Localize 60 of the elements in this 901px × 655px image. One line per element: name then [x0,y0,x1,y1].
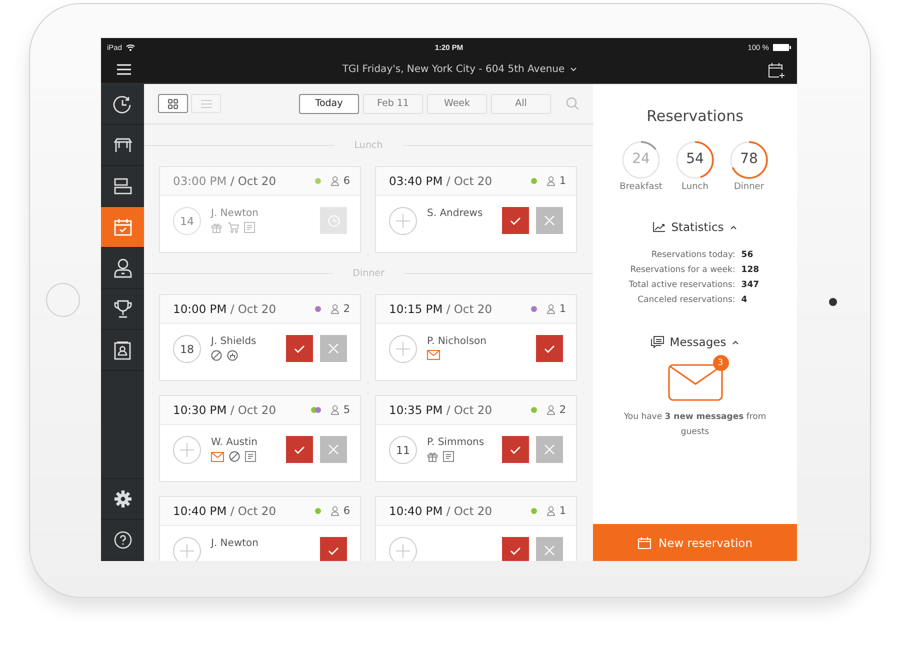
guest-name: J. Newton [211,208,260,219]
panel-title: Reservations [646,107,744,125]
meal-label: Breakfast [620,182,662,192]
stat-label: Reservations today: [650,250,736,260]
meal-label: Dinner [734,182,764,192]
meal-count: 78 [739,151,759,167]
guest-count: 5 [343,404,350,416]
reservation-card[interactable]: 03:00 PM / Oct 20 6 14 J. Newton [159,166,361,253]
stat-value: 128 [741,265,760,275]
reservation-time: 03:40 PM / Oct 20 [389,174,494,188]
guest-name: P. Nicholson [427,336,488,347]
statistics-toggle[interactable]: Statistics [653,220,737,234]
guest-count: 1 [559,505,566,517]
guest-count: 6 [343,175,350,187]
messages-toggle[interactable]: Messages [650,335,740,349]
meal-count: 24 [631,151,651,167]
table-number: 11 [389,436,417,464]
reservation-time: 03:00 PM / Oct 20 [173,174,278,188]
reservation-time: 10:35 PM / Oct 20 [389,403,494,417]
guest-name: P. Simmons [427,437,486,448]
guest-count: 6 [343,505,350,517]
reservation-card[interactable]: 03:40 PM / Oct 20 1 S. Andrews [375,166,577,253]
date-filter-tab[interactable]: Week [427,94,487,114]
guest-name: S. Andrews [427,208,484,219]
reservation-card[interactable]: 10:30 PM / Oct 20 5 W. Austin [159,395,361,482]
table-number: 14 [173,207,201,235]
stat-value: 56 [741,250,754,260]
message-count-badge: 3 [712,355,728,371]
guest-name: J. Shields [211,336,258,347]
stat-value: 347 [741,280,760,290]
reservation-card[interactable]: 10:35 PM / Oct 20 2 11 P. Simmons [375,395,577,482]
messages-summary: You have 3 new messages from guests [622,411,768,439]
guest-name: J. Newton [211,538,260,549]
guest-count: 1 [559,303,566,315]
stat-label: Canceled reservations: [636,295,736,305]
meal-label: Lunch [682,182,708,192]
reservation-card[interactable]: 10:40 PM / Oct 20 6 J. Newton [159,496,361,561]
reservation-time: 10:00 PM / Oct 20 [173,302,278,316]
date-filter-tab[interactable]: All [491,94,551,114]
date-filter-tab[interactable]: Feb 11 [363,94,423,114]
section-title: Dinner [352,268,386,278]
table-number: 18 [173,335,201,363]
stat-label: Reservations for a week: [629,265,736,275]
venue-dropdown[interactable]: TGI Friday's, New York City - 604 5th Avenue [151,64,768,75]
guest-count: 2 [559,404,566,416]
reservation-time: 10:30 PM / Oct 20 [173,403,278,417]
meal-count: 54 [685,151,705,167]
reservation-time: 10:15 PM / Oct 20 [389,302,494,316]
section-title: Lunch [353,140,384,150]
stat-label: Total active reservations: [628,280,736,290]
stat-value: 4 [741,295,748,305]
reservation-time: 10:40 PM / Oct 20 [173,504,278,518]
guest-count: 1 [559,175,566,187]
guest-count: 2 [343,303,350,315]
date-filter-tab[interactable]: Today [299,94,359,114]
reservation-card[interactable]: 10:40 PM / Oct 20 1 [375,496,577,561]
guest-name: W. Austin [211,437,259,448]
reservation-time: 10:40 PM / Oct 20 [389,504,494,518]
reservation-card[interactable]: 10:15 PM / Oct 20 1 P. Nicholson [375,294,577,381]
reservation-card[interactable]: 10:00 PM / Oct 20 2 18 J. Shields [159,294,361,381]
